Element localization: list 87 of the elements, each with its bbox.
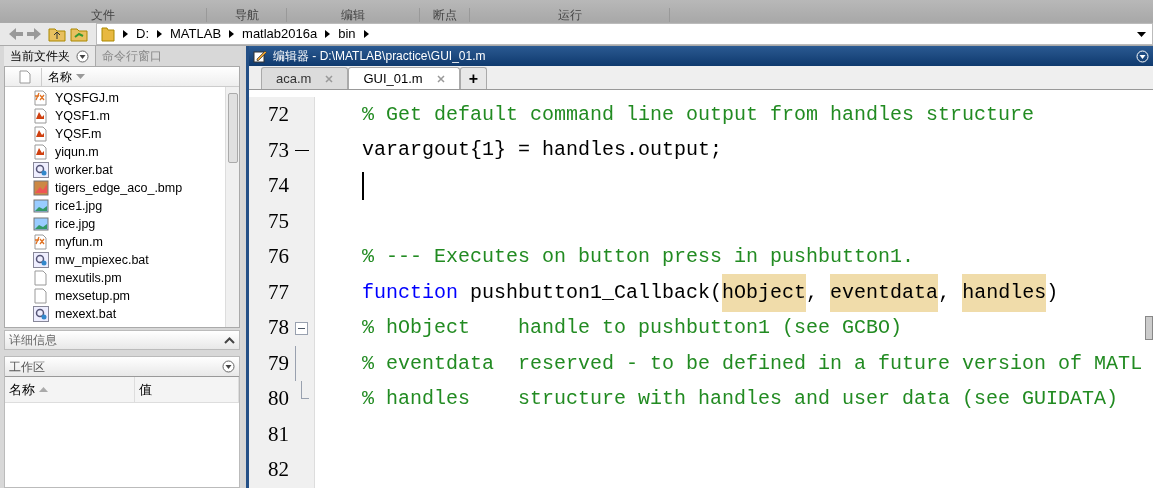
blank-file-icon xyxy=(33,288,49,304)
panel-menu-icon[interactable] xyxy=(222,360,235,373)
file-name[interactable]: YQSFGJ.m xyxy=(55,88,119,108)
editor-tab[interactable]: aca.m xyxy=(261,67,349,89)
file-name[interactable]: YQSF.m xyxy=(55,124,102,144)
bitmap-file-icon xyxy=(33,180,49,196)
panel-tab[interactable]: 当前文件夹 xyxy=(4,46,95,66)
file-name[interactable]: myfun.m xyxy=(55,232,103,252)
breadcrumb-item[interactable]: bin xyxy=(338,24,356,44)
breadcrumb-arrow-icon[interactable] xyxy=(229,30,235,38)
breadcrumb-arrow-icon[interactable] xyxy=(157,30,162,38)
sort-descending-icon[interactable] xyxy=(76,74,85,79)
code-token: , xyxy=(938,279,952,306)
line-number: 77 xyxy=(267,278,289,306)
file-name[interactable]: mw_mpiexec.bat xyxy=(55,250,149,270)
image-file-icon xyxy=(33,216,49,232)
folder-icon xyxy=(101,26,115,42)
line-number: 73 xyxy=(267,136,289,164)
up-folder-icon[interactable] xyxy=(48,26,66,42)
browse-folder-icon[interactable] xyxy=(70,26,88,42)
line-number: 75 xyxy=(267,207,289,235)
code-token: % eventdata reserved - to be defined in a future version of MATL xyxy=(362,350,1143,377)
code-token: ) xyxy=(1046,279,1059,306)
line-number: 82 xyxy=(267,456,289,484)
code-token: % --- Executes on button press in pushbutton1. xyxy=(362,243,915,270)
name-column-header[interactable]: 名称 xyxy=(41,67,85,86)
dropdown-caret-icon[interactable] xyxy=(1137,31,1146,37)
pencil-icon xyxy=(253,49,267,63)
code-token: pushbutton1_Callback( xyxy=(469,279,723,306)
code-token: , xyxy=(806,279,820,306)
function-file-icon xyxy=(33,90,49,106)
code-token: % Get default command line output from handles structure xyxy=(362,101,1035,128)
file-name[interactable]: yiqun.m xyxy=(55,142,99,162)
code-token: hObject xyxy=(722,273,807,312)
script-file-icon xyxy=(33,108,49,124)
code-token: handles xyxy=(962,273,1047,312)
code-token: % hObject handle to pushbutton1 (see GCBO) xyxy=(362,315,903,342)
path-field[interactable]: D: MATLAB matlab2016a bin xyxy=(96,23,1153,45)
breadcrumb-arrow-icon[interactable] xyxy=(363,30,369,38)
blank-file-icon xyxy=(33,270,49,286)
gear-file-icon xyxy=(33,306,49,322)
code-token: varargout{1} = handles.output; xyxy=(362,137,723,164)
column-header[interactable]: 值 xyxy=(135,377,239,402)
file-name[interactable]: tigers_edge_aco_.bmp xyxy=(55,178,183,198)
image-file-icon xyxy=(33,198,49,214)
line-number: 80 xyxy=(267,385,289,413)
file-name[interactable]: worker.bat xyxy=(55,160,113,180)
panel-menu-icon[interactable] xyxy=(76,49,89,63)
gear-file-icon xyxy=(33,162,49,178)
breakpoint-dash-icon[interactable] xyxy=(294,149,309,151)
breadcrumb-item[interactable]: matlab2016a xyxy=(242,24,318,44)
code-token: % handles structure with handles and user data (see GUIDATA) xyxy=(362,386,1119,413)
text-cursor[interactable] xyxy=(362,171,364,200)
close-icon[interactable] xyxy=(436,74,445,83)
code-token: eventdata xyxy=(830,273,939,312)
line-number: 74 xyxy=(267,172,289,200)
code-token: function xyxy=(362,279,458,306)
file-name[interactable]: rice.jpg xyxy=(55,214,96,234)
breadcrumb-arrow-icon[interactable] xyxy=(325,30,331,38)
file-type-column-icon xyxy=(19,69,31,84)
editor-tab[interactable]: GUI_01.m xyxy=(348,67,460,89)
workspace-title: 工作区 xyxy=(9,358,45,376)
line-number: 78 xyxy=(267,314,289,342)
line-number: 76 xyxy=(267,243,289,271)
line-number: 79 xyxy=(267,349,289,377)
file-name[interactable]: rice1.jpg xyxy=(55,196,103,216)
collapse-chevron-icon[interactable] xyxy=(224,336,235,344)
breadcrumb-item[interactable]: MATLAB xyxy=(170,24,222,44)
new-tab-button[interactable]: + xyxy=(459,67,487,89)
breadcrumb-item[interactable]: D: xyxy=(136,24,149,44)
line-number: 81 xyxy=(267,420,289,448)
editor-title: 编辑器 - D:\MATLAB\practice\GUI_01.m xyxy=(273,48,486,65)
column-header[interactable]: 名称 xyxy=(5,377,135,402)
file-name[interactable]: YQSF1.m xyxy=(55,106,110,126)
gear-file-icon xyxy=(33,252,49,268)
file-name[interactable]: mexutils.pm xyxy=(55,268,122,288)
fold-toggle-icon[interactable] xyxy=(295,321,308,335)
breadcrumb-arrow-icon[interactable] xyxy=(123,30,128,38)
details-header[interactable]: 详细信息 xyxy=(4,330,240,350)
script-file-icon xyxy=(33,144,49,160)
details-title: 详细信息 xyxy=(9,332,57,349)
script-file-icon xyxy=(33,126,49,142)
function-file-icon xyxy=(33,234,49,250)
file-name[interactable]: mexext.bat xyxy=(55,304,117,324)
file-name[interactable]: mexsetup.pm xyxy=(55,286,131,306)
scrollbar[interactable] xyxy=(1145,316,1153,340)
line-number: 72 xyxy=(267,101,289,128)
